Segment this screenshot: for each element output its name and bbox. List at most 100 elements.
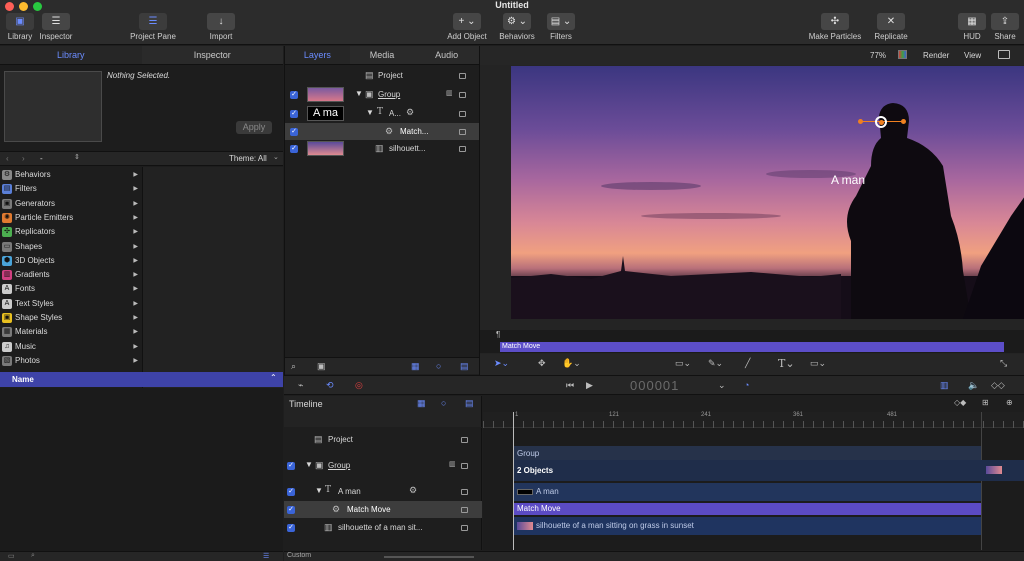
track-bar-silhouette[interactable]: silhouette of a man sitting on grass in … xyxy=(514,517,981,535)
layer-checkbox[interactable]: ✓ xyxy=(290,128,298,136)
circle-icon[interactable]: ○ xyxy=(441,398,446,408)
track-bar-objects[interactable]: 2 Objects xyxy=(514,460,1024,481)
paint-icon[interactable]: ╱ xyxy=(745,358,750,369)
tab-audio[interactable]: Audio xyxy=(414,46,479,64)
category-generators[interactable]: ▣ Generators ▶ xyxy=(2,197,140,211)
layer-row-silhouette[interactable]: ✓ ▥ silhouett... xyxy=(285,140,479,157)
clock-icon[interactable]: ◔ xyxy=(744,380,749,390)
tab-media[interactable]: Media xyxy=(350,46,415,64)
make-particles-button[interactable]: ✣ Make Particles xyxy=(806,13,864,41)
layer-checkbox[interactable]: ✓ xyxy=(290,110,298,118)
category-photos[interactable]: ▧ Photos ▶ xyxy=(2,354,140,368)
layout-icon[interactable] xyxy=(998,50,1010,59)
folder-icon[interactable]: ▭ xyxy=(8,552,15,560)
pen-icon[interactable]: ✎⌄ xyxy=(708,358,723,369)
timeline-row-a-man[interactable]: ✓ ▼ T A man ⚙ xyxy=(284,483,482,500)
search-icon[interactable]: ⌕ xyxy=(291,361,296,372)
share-button[interactable]: ⇪ Share xyxy=(990,13,1020,41)
select-arrow-icon[interactable]: ➤⌄ xyxy=(494,358,509,369)
gear-icon[interactable]: ⚙ xyxy=(406,107,414,118)
category-fonts[interactable]: A Fonts ▶ xyxy=(2,282,140,296)
tracker-handle[interactable] xyxy=(858,116,906,128)
tracker-point-left[interactable] xyxy=(858,119,863,124)
category-particle-emitters[interactable]: ✺ Particle Emitters ▶ xyxy=(2,211,140,225)
forward-arrow-icon[interactable]: › xyxy=(22,154,25,163)
layer-checkbox[interactable]: ✓ xyxy=(287,524,295,532)
circle-icon[interactable]: ○ xyxy=(436,361,441,371)
lock-icon[interactable] xyxy=(461,437,468,443)
apply-button[interactable]: Apply xyxy=(236,121,272,134)
mute-icon[interactable]: ⌁ xyxy=(298,380,303,391)
record-icon[interactable]: ◎ xyxy=(355,380,363,391)
category-text-styles[interactable]: A Text Styles ▶ xyxy=(2,297,140,311)
layer-row-project[interactable]: ▤ Project xyxy=(285,67,479,84)
replicate-button[interactable]: ✕ Replicate xyxy=(870,13,912,41)
grid-icon[interactable]: ▦ xyxy=(411,361,420,372)
library-path-popup[interactable]: - xyxy=(40,154,43,163)
hand-icon[interactable]: ✋⌄ xyxy=(562,358,581,369)
layer-checkbox[interactable]: ✓ xyxy=(290,145,298,153)
track-bar-a-man[interactable]: A man xyxy=(514,483,981,501)
keyframe-nav-icon[interactable]: ◇◆ xyxy=(954,398,966,407)
zoom-slider[interactable] xyxy=(384,556,474,558)
grid-icon[interactable]: ▦ xyxy=(417,398,426,409)
layer-row-text[interactable]: ✓ A ma ▼ T A... ⚙ xyxy=(285,105,479,122)
layer-checkbox[interactable]: ✓ xyxy=(290,91,298,99)
layer-row-match-move[interactable]: ✓ ⚙ Match... xyxy=(285,123,479,140)
category-3d-objects[interactable]: ⬢ 3D Objects ▶ xyxy=(2,254,140,268)
group-mode-icon[interactable]: ▥ xyxy=(446,89,453,97)
library-button[interactable]: ▣ Library xyxy=(4,13,36,41)
timeline-row-group[interactable]: ✓ ▼ ▣ Group ▥ xyxy=(284,457,482,474)
mini-timeline-bar[interactable]: Match Move xyxy=(500,342,1004,352)
go-to-start-icon[interactable]: ⏮ xyxy=(566,380,574,391)
pan-icon[interactable]: ✥ xyxy=(538,358,546,369)
out-point-marker[interactable] xyxy=(981,412,982,550)
disclosure-triangle-icon[interactable]: ▼ xyxy=(366,108,374,117)
category-filters[interactable]: ▤ Filters ▶ xyxy=(2,182,140,196)
audio-icon[interactable]: 🔈 xyxy=(968,380,979,391)
add-object-button[interactable]: + ⌄ Add Object xyxy=(443,13,491,41)
lock-icon[interactable] xyxy=(461,507,468,513)
shape-icon[interactable]: ▭⌄ xyxy=(675,358,691,369)
timecode-chevron-icon[interactable]: ⌄ xyxy=(718,380,726,391)
import-button[interactable]: ↓ Import xyxy=(205,13,237,41)
video-frame[interactable]: A man xyxy=(511,66,1024,319)
category-music[interactable]: ♫ Music ▶ xyxy=(2,340,140,354)
timeline-row-match-move[interactable]: ✓ ⚙ Match Move xyxy=(284,501,482,518)
snapping-icon[interactable]: ⊞ xyxy=(982,398,989,407)
render-popup[interactable]: Render xyxy=(923,51,949,60)
zoom-preset-popup[interactable]: Custom xyxy=(287,552,311,559)
gear-icon[interactable]: ⚙ xyxy=(409,485,417,496)
lock-icon[interactable] xyxy=(459,73,466,79)
category-behaviors[interactable]: ⚙ Behaviors ▶ xyxy=(2,168,140,182)
lock-icon[interactable] xyxy=(459,129,466,135)
tab-library[interactable]: Library xyxy=(0,46,142,64)
lock-icon[interactable] xyxy=(459,111,466,117)
timeline-tracks[interactable]: Group 2 Objects A man Match Move silhoue… xyxy=(483,412,1024,550)
tab-inspector[interactable]: Inspector xyxy=(142,46,284,64)
category-shapes[interactable]: ▭ Shapes ▶ xyxy=(2,240,140,254)
name-header-bar[interactable]: Name ⌃ xyxy=(0,372,283,387)
timeline-row-silhouette[interactable]: ✓ ▥ silhouette of a man sit... xyxy=(284,519,482,536)
add-layer-icon[interactable]: ▣ xyxy=(317,361,326,372)
view-popup[interactable]: View xyxy=(964,51,981,60)
timeline-ruler[interactable]: 1 121 241 361 481 xyxy=(483,412,1024,428)
back-arrow-icon[interactable]: ‹ xyxy=(6,154,9,163)
lock-icon[interactable] xyxy=(459,92,466,98)
video-track-icon[interactable]: ▥ xyxy=(940,380,949,391)
canvas-text-overlay[interactable]: A man xyxy=(831,173,865,187)
category-shape-styles[interactable]: ▣ Shape Styles ▶ xyxy=(2,311,140,325)
lock-icon[interactable] xyxy=(461,489,468,495)
stack-icon[interactable]: ▤ xyxy=(465,398,474,409)
disclosure-triangle-icon[interactable]: ▼ xyxy=(355,89,363,98)
timeline-row-project[interactable]: ▤ Project xyxy=(284,431,482,448)
timecode-display[interactable]: 000001 xyxy=(630,378,679,393)
disclosure-triangle-icon[interactable]: ▼ xyxy=(315,486,323,495)
lock-icon[interactable] xyxy=(461,525,468,531)
track-bar-match-move[interactable]: Match Move xyxy=(514,503,981,515)
tracker-point-right[interactable] xyxy=(901,119,906,124)
list-view-icon[interactable]: ☰ xyxy=(263,552,269,560)
hud-button[interactable]: ▦ HUD xyxy=(958,13,986,41)
category-materials[interactable]: ▦ Materials ▶ xyxy=(2,325,140,339)
layer-checkbox[interactable]: ✓ xyxy=(287,488,295,496)
